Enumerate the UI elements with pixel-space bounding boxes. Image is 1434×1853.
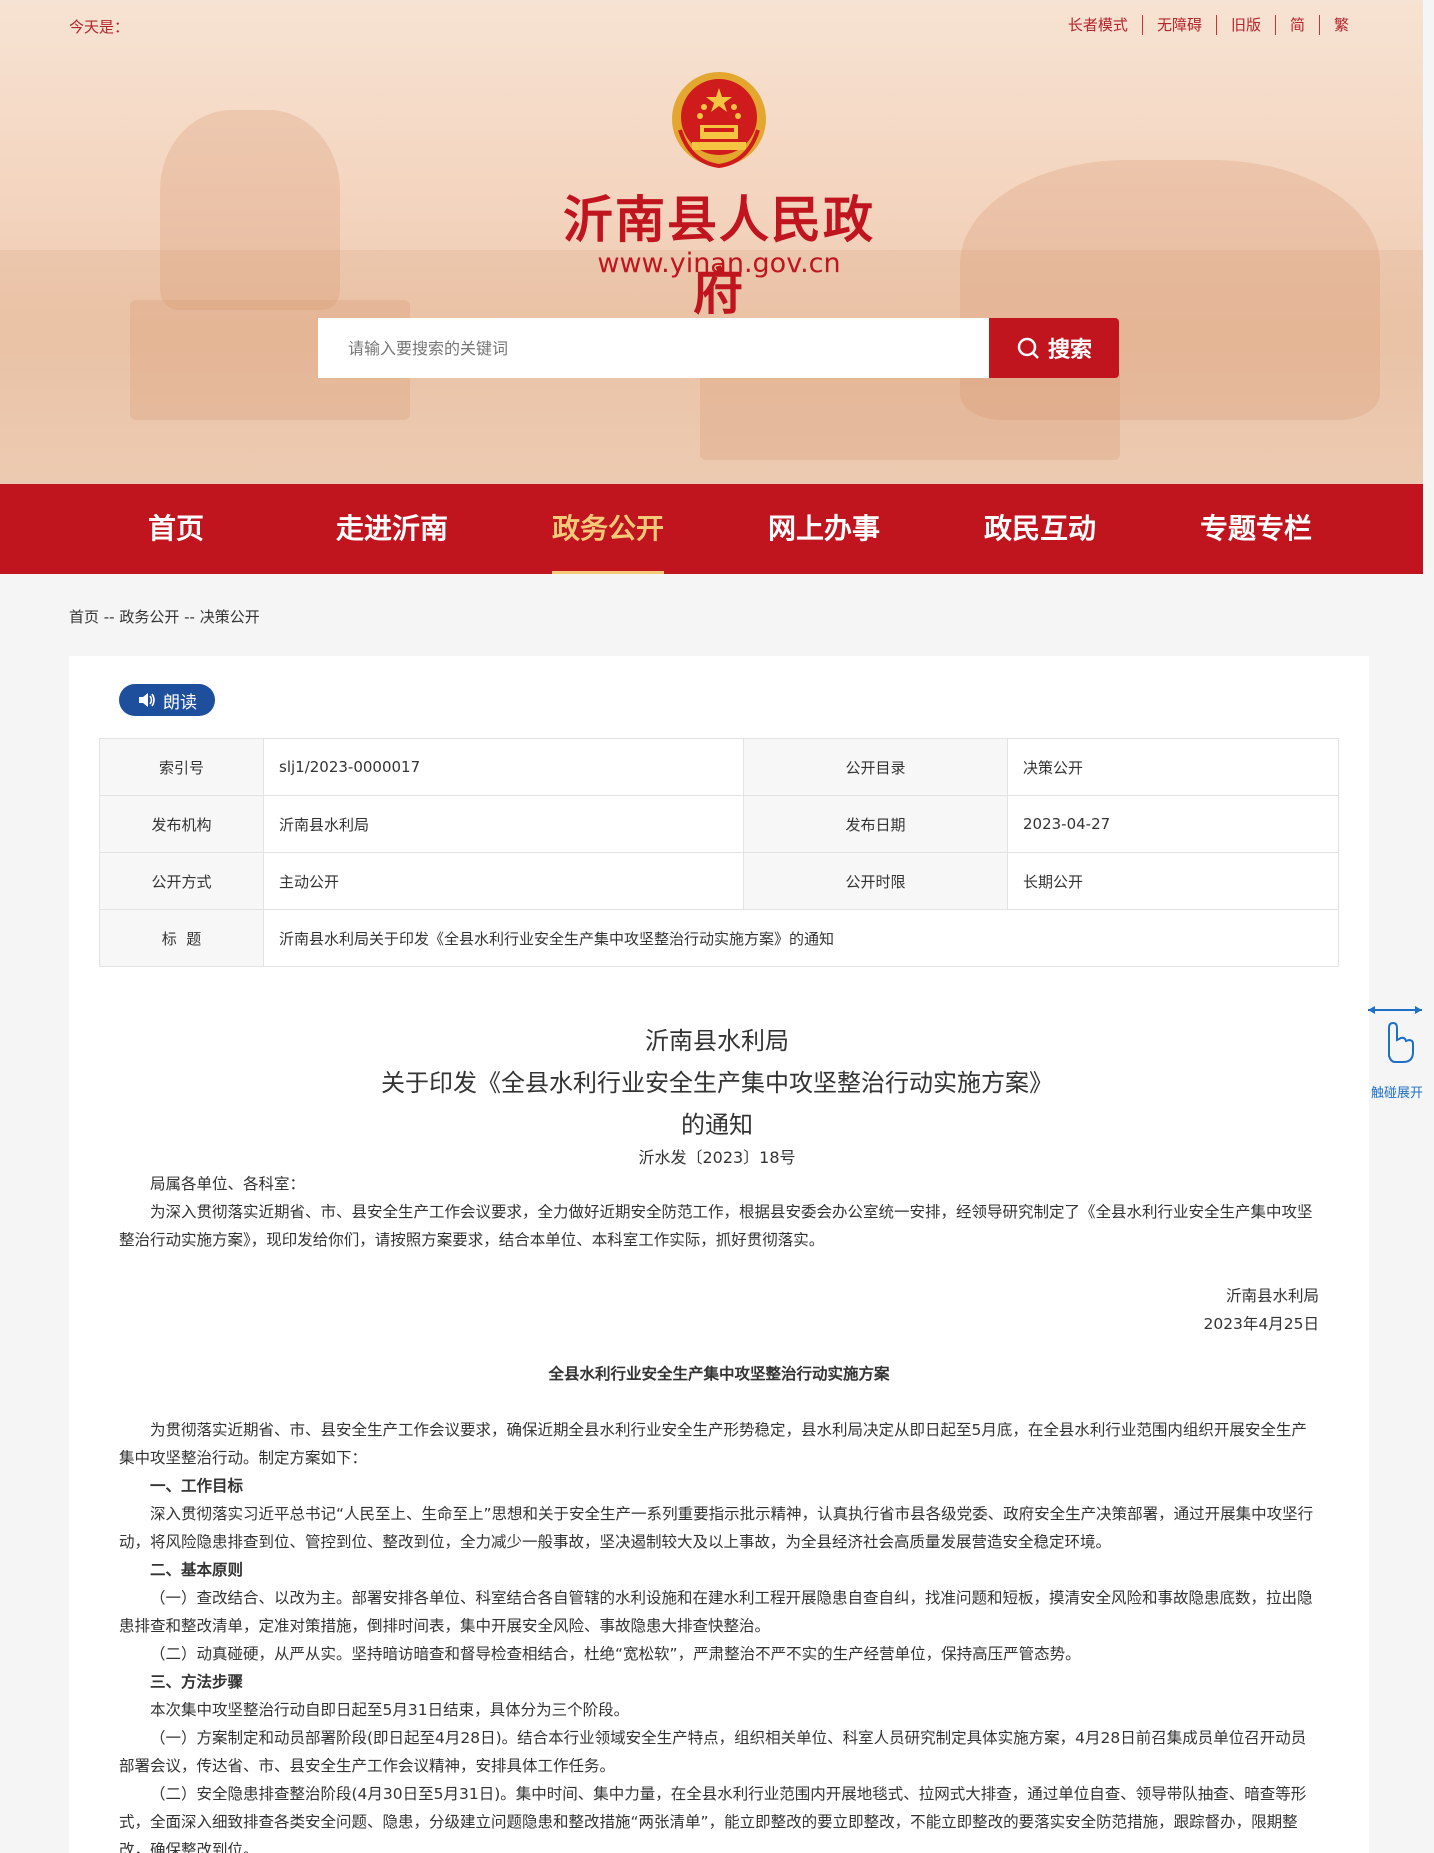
nav-item-about[interactable]: 走进沂南 xyxy=(284,484,500,574)
accessibility-link[interactable]: 无障碍 xyxy=(1141,15,1216,35)
meta-key: 公开目录 xyxy=(743,738,1008,796)
header-banner: 今天是： 长者模式 无障碍 旧版 简 繁 沂南县人民政府 www.yinan.g… xyxy=(0,0,1423,484)
meta-key: 标 题 xyxy=(99,909,264,967)
document-title-line: 的通知 xyxy=(681,1111,753,1139)
nav-item-home[interactable]: 首页 xyxy=(68,484,284,574)
intro-paragraph: 为深入贯彻落实近期省、市、县安全生产工作会议要求，全力做好近期安全防范工作，根据… xyxy=(119,1203,1313,1249)
speaker-icon xyxy=(139,693,155,707)
meta-title-value: 沂南县水利局关于印发《全县水利行业安全生产集中攻坚整治行动实施方案》的通知 xyxy=(263,909,1339,967)
section-heading: 一、工作目标 xyxy=(150,1477,244,1495)
greeting: 局属各单位、各科室： xyxy=(150,1175,306,1193)
top-links: 长者模式 无障碍 旧版 简 繁 xyxy=(1054,15,1363,35)
nav-item-interaction[interactable]: 政民互动 xyxy=(932,484,1148,574)
paragraph: （一）方案制定和动员部署阶段(即日起至4月28日)。结合本行业领域安全生产特点，… xyxy=(119,1729,1307,1775)
paragraph: 本次集中攻坚整治行动自即日起至5月31日结束，具体分为三个阶段。 xyxy=(150,1701,630,1719)
top-bar: 今天是： 长者模式 无障碍 旧版 简 繁 xyxy=(0,0,1423,52)
breadcrumb[interactable]: 首页 -- 政务公开 -- 决策公开 xyxy=(69,606,260,627)
meta-value: 2023-04-27 xyxy=(1007,795,1339,853)
meta-key: 公开方式 xyxy=(99,852,264,910)
old-version-link[interactable]: 旧版 xyxy=(1215,15,1275,35)
main-nav: 首页 走进沂南 政务公开 网上办事 政民互动 专题专栏 xyxy=(0,484,1423,574)
touch-expand-widget[interactable]: 触碰展开 xyxy=(1365,1000,1434,1101)
national-emblem-icon xyxy=(672,72,766,169)
nav-item-government-affairs[interactable]: 政务公开 xyxy=(500,484,716,574)
document-number: 沂水发〔2023〕18号 xyxy=(638,1148,796,1167)
site-url: www.yinan.gov.cn xyxy=(597,248,841,279)
table-row: 标 题 沂南县水利局关于印发《全县水利行业安全生产集中攻坚整治行动实施方案》的通… xyxy=(99,909,1339,967)
paragraph: 为贯彻落实近期省、市、县安全生产工作会议要求，确保近期全县水利行业安全生产形势稳… xyxy=(119,1421,1307,1467)
section-heading: 三、方法步骤 xyxy=(150,1673,244,1691)
section-heading: 二、基本原则 xyxy=(150,1561,244,1579)
table-row: 索引号 slj1/2023-0000017 公开目录 决策公开 xyxy=(99,738,1339,796)
document-title-line: 沂南县水利局 xyxy=(645,1027,789,1055)
signature-date: 2023年4月25日 xyxy=(1203,1315,1319,1333)
page: 今天是： 长者模式 无障碍 旧版 简 繁 沂南县人民政府 www.yinan.g… xyxy=(0,0,1434,1853)
read-aloud-button[interactable]: 朗读 xyxy=(119,684,215,716)
today-label: 今天是： xyxy=(69,18,130,36)
elder-mode-link[interactable]: 长者模式 xyxy=(1054,15,1142,35)
meta-key: 发布机构 xyxy=(99,795,264,853)
nav-item-online-services[interactable]: 网上办事 xyxy=(716,484,932,574)
simplified-link[interactable]: 简 xyxy=(1274,15,1319,35)
traditional-link[interactable]: 繁 xyxy=(1318,15,1363,35)
table-row: 发布机构 沂南县水利局 发布日期 2023-04-27 xyxy=(99,795,1339,853)
banner-memorial-stone xyxy=(700,370,1120,460)
read-aloud-label: 朗读 xyxy=(163,692,197,713)
touch-expand-label: 触碰展开 xyxy=(1371,1086,1424,1101)
meta-value: 决策公开 xyxy=(1007,738,1339,796)
meta-key: 发布日期 xyxy=(743,795,1008,853)
paragraph: 深入贯彻落实习近平总书记“人民至上、生命至上”思想和关于安全生产一系列重要指示批… xyxy=(119,1505,1314,1551)
banner-statue-left xyxy=(160,110,340,310)
hand-pointer-icon xyxy=(1368,1006,1422,1063)
meta-value: slj1/2023-0000017 xyxy=(263,738,744,796)
paragraph: （二）安全隐患排查整治阶段(4月30日至5月31日)。集中时间、集中力量，在全县… xyxy=(119,1785,1307,1853)
meta-value: 主动公开 xyxy=(263,852,744,910)
search-button-label: 搜索 xyxy=(1047,338,1092,363)
search-input[interactable] xyxy=(318,318,989,378)
document-title-line: 关于印发《全县水利行业安全生产集中攻坚整治行动实施方案》 xyxy=(381,1069,1053,1097)
document-body: 局属各单位、各科室： 为深入贯彻落实近期省、市、县安全生产工作会议要求，全力做好… xyxy=(119,1170,1319,1853)
meta-key: 公开时限 xyxy=(743,852,1008,910)
paragraph: （二）动真碰硬，从严从实。坚持暗访暗查和督导检查相结合，杜绝“宽松软”，严肃整治… xyxy=(150,1645,1081,1663)
table-row: 公开方式 主动公开 公开时限 长期公开 xyxy=(99,852,1339,910)
meta-key: 索引号 xyxy=(99,738,264,796)
search-icon xyxy=(1017,337,1039,359)
metadata-table: 索引号 slj1/2023-0000017 公开目录 决策公开 发布机构 沂南县… xyxy=(99,738,1339,967)
nav-item-topics[interactable]: 专题专栏 xyxy=(1148,484,1364,574)
paragraph: （一）查改结合、以改为主。部署安排各单位、科室结合各自管辖的水利设施和在建水利工… xyxy=(119,1589,1313,1635)
signature-org: 沂南县水利局 xyxy=(1225,1287,1319,1305)
plan-title: 全县水利行业安全生产集中攻坚整治行动实施方案 xyxy=(548,1365,890,1383)
meta-value: 沂南县水利局 xyxy=(263,795,744,853)
meta-value: 长期公开 xyxy=(1007,852,1339,910)
search-button[interactable]: 搜索 xyxy=(989,318,1119,378)
document-title: 沂南县水利局 关于印发《全县水利行业安全生产集中攻坚整治行动实施方案》 的通知 xyxy=(0,1020,1434,1146)
